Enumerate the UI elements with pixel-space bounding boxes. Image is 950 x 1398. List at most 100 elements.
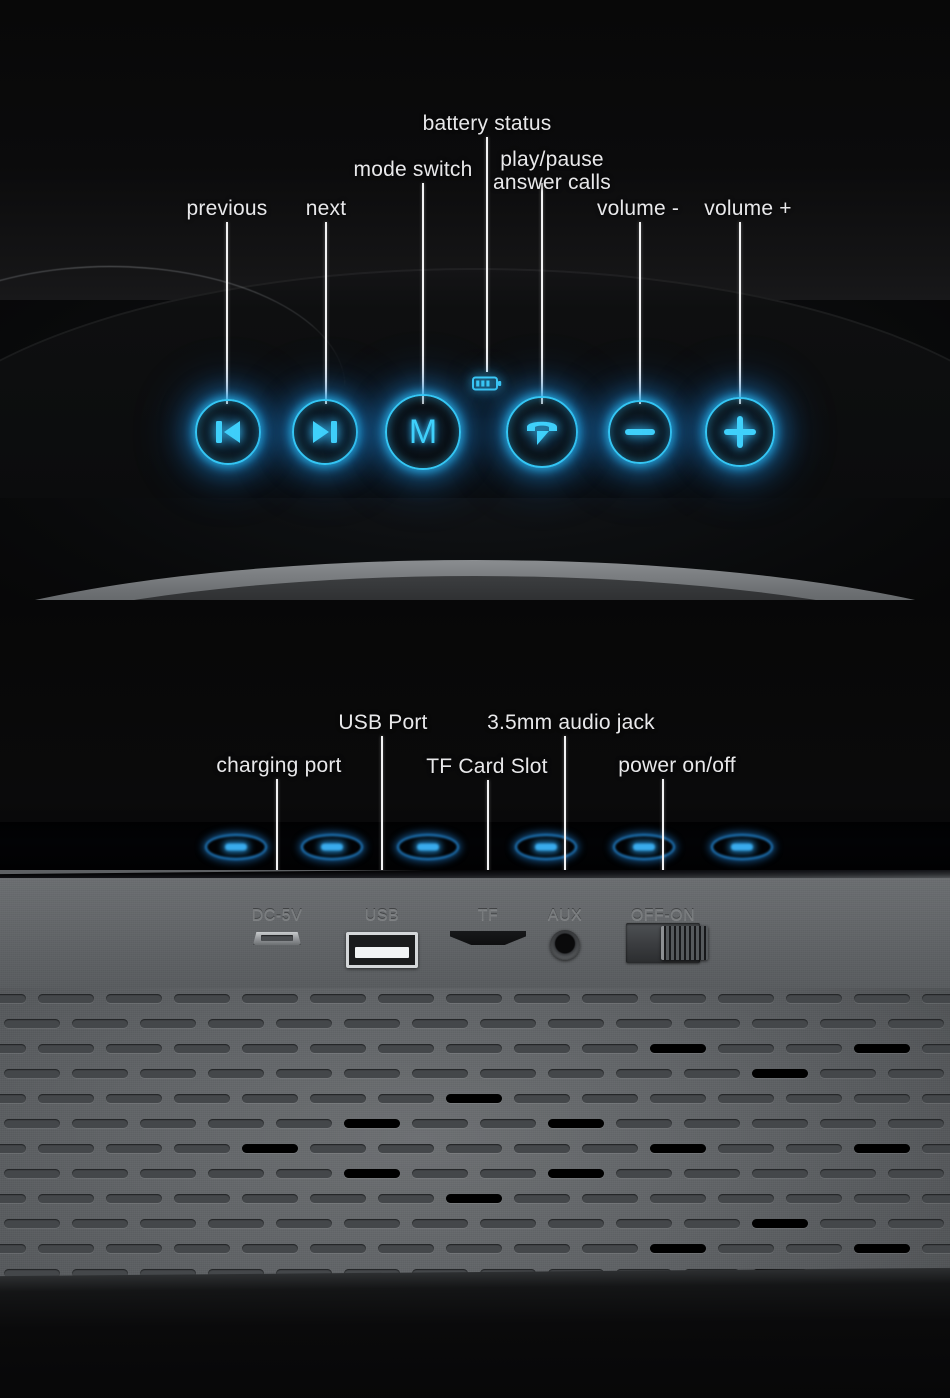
letter-m-icon: M xyxy=(408,413,438,451)
callout-answer-calls: answer calls xyxy=(493,171,611,194)
grille-slot xyxy=(242,1194,298,1203)
grille-slot xyxy=(72,1169,128,1178)
grille-slot xyxy=(276,1169,332,1178)
grille-slot xyxy=(582,1244,638,1253)
grille-hole xyxy=(854,1244,910,1253)
grille-slot xyxy=(548,1019,604,1028)
grille-slot xyxy=(616,1069,672,1078)
grille-slot xyxy=(140,1169,196,1178)
grille-hole xyxy=(242,1144,298,1153)
grille-slot xyxy=(718,994,774,1003)
skip-previous-icon xyxy=(216,421,240,443)
grille-slot xyxy=(786,1094,842,1103)
grille-slot xyxy=(616,1119,672,1128)
volume-down-button[interactable] xyxy=(608,400,672,464)
engraved-label-usb: USB xyxy=(364,907,400,924)
panel-backdrop xyxy=(0,0,950,300)
grille-slot xyxy=(0,1044,26,1053)
grille-slot xyxy=(208,1169,264,1178)
grille-slot xyxy=(820,1119,876,1128)
grille-slot xyxy=(718,1194,774,1203)
callout-usb-port: USB Port xyxy=(338,711,428,734)
grille-slot xyxy=(38,1044,94,1053)
leader-line-volume-down xyxy=(639,222,641,404)
engraved-label-dc5v: DC-5V xyxy=(251,907,303,924)
leader-line-next xyxy=(325,222,327,404)
grille-slot xyxy=(140,1119,196,1128)
grille-slot xyxy=(854,1094,910,1103)
phone-handset-icon xyxy=(527,421,557,445)
grille-slot xyxy=(412,1069,468,1078)
grille-hole xyxy=(854,1144,910,1153)
leader-line-mode-switch xyxy=(422,183,424,404)
callout-next: next xyxy=(305,197,347,220)
grille-slot xyxy=(0,994,26,1003)
skip-next-icon xyxy=(313,421,337,443)
power-slider-knob[interactable] xyxy=(661,926,708,960)
grille-slot xyxy=(820,1019,876,1028)
grille-slot xyxy=(446,1144,502,1153)
grille-hole xyxy=(344,1169,400,1178)
play-pause-answer-button[interactable] xyxy=(506,396,578,468)
leader-line-tf-card-slot xyxy=(487,780,489,875)
grille-slot xyxy=(242,994,298,1003)
leader-line-audio-jack xyxy=(564,736,566,875)
previous-button[interactable] xyxy=(195,399,261,465)
grille-slot xyxy=(888,1069,944,1078)
grille-slot xyxy=(854,1194,910,1203)
grille-slot xyxy=(310,1144,366,1153)
grille-hole xyxy=(650,1044,706,1053)
grille-slot xyxy=(684,1019,740,1028)
leader-line-usb-port xyxy=(381,736,383,875)
aux-audio-jack[interactable] xyxy=(550,930,580,960)
grille-slot xyxy=(174,1144,230,1153)
grille-hole xyxy=(650,1144,706,1153)
grille-slot xyxy=(480,1119,536,1128)
grille-slot xyxy=(378,1244,434,1253)
grille-slot xyxy=(174,994,230,1003)
grille-slot xyxy=(514,1044,570,1053)
volume-up-button[interactable] xyxy=(705,397,775,467)
grille-hole xyxy=(548,1119,604,1128)
grille-slot xyxy=(242,1044,298,1053)
mode-switch-button[interactable]: M xyxy=(385,394,461,470)
grille-slot xyxy=(106,1094,162,1103)
device-body-scene xyxy=(0,870,950,1398)
reflection-previous xyxy=(205,834,267,860)
grille-slot xyxy=(888,1219,944,1228)
reflection-play-pause xyxy=(515,834,577,860)
leader-line-play-pause xyxy=(541,183,543,404)
grille-slot xyxy=(72,1219,128,1228)
grille-slot xyxy=(718,1094,774,1103)
grille-slot xyxy=(378,994,434,1003)
grille-slot xyxy=(786,1144,842,1153)
grille-hole xyxy=(752,1219,808,1228)
grille-slot xyxy=(4,1069,60,1078)
grille-slot xyxy=(0,1094,26,1103)
grille-slot xyxy=(752,1019,808,1028)
grille-slot xyxy=(4,1169,60,1178)
grille-slot xyxy=(752,1119,808,1128)
grille-slot xyxy=(752,1169,808,1178)
battery-icon xyxy=(472,376,502,391)
grille-slot xyxy=(582,1044,638,1053)
grille-slot xyxy=(174,1194,230,1203)
button-reflection-band xyxy=(0,822,950,870)
grille-slot xyxy=(922,1094,950,1103)
grille-slot xyxy=(0,1194,26,1203)
grille-slot xyxy=(310,1094,366,1103)
leader-line-battery xyxy=(486,137,488,372)
grille-slot xyxy=(582,1144,638,1153)
next-button[interactable] xyxy=(292,399,358,465)
grille-slot xyxy=(344,1219,400,1228)
grille-slot xyxy=(786,994,842,1003)
grille-slot xyxy=(582,1194,638,1203)
grille-slot xyxy=(0,1144,26,1153)
grille-slot xyxy=(242,1244,298,1253)
grille-slot xyxy=(276,1069,332,1078)
grille-slot xyxy=(582,1094,638,1103)
grille-slot xyxy=(106,1244,162,1253)
grille-slot xyxy=(378,1194,434,1203)
grille-slot xyxy=(480,1019,536,1028)
grille-slot xyxy=(208,1019,264,1028)
